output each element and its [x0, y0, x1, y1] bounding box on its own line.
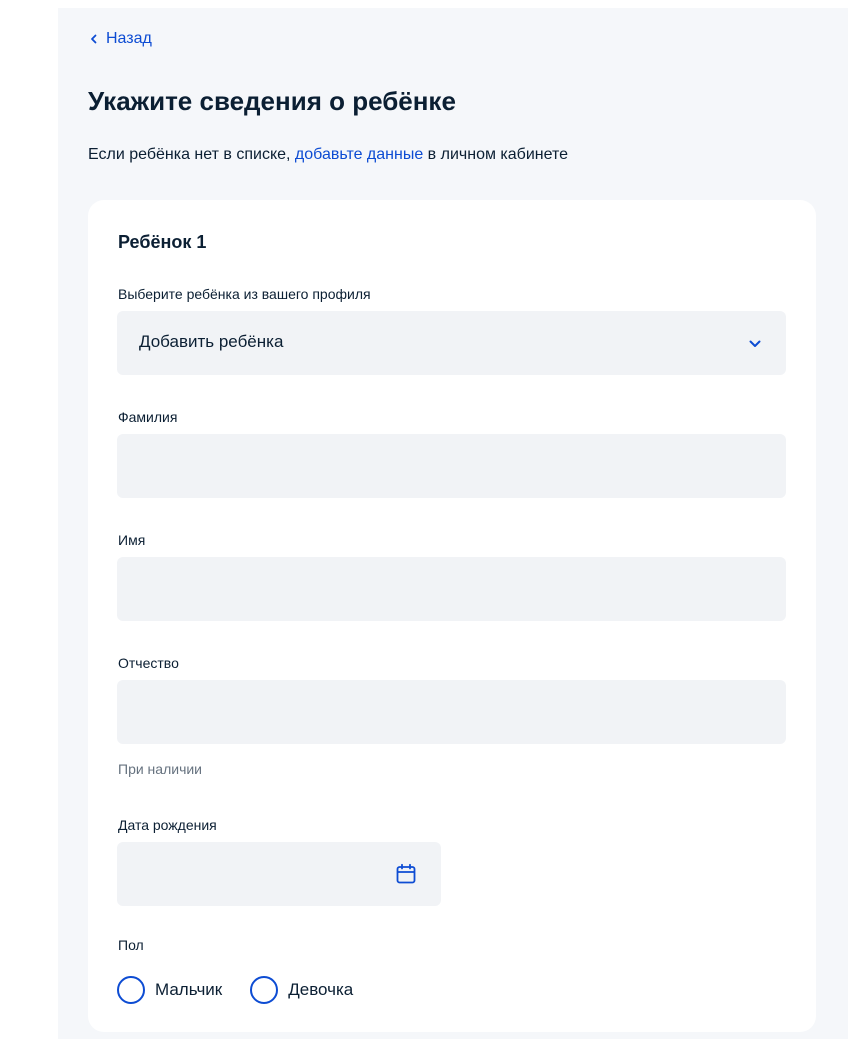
patronymic-label: Отчество — [118, 655, 179, 671]
page-subtitle: Если ребёнка нет в списке, добавьте данн… — [88, 146, 568, 164]
calendar-icon[interactable] — [395, 863, 417, 885]
gender-option-boy[interactable]: Мальчик — [117, 976, 222, 1004]
chevron-down-icon — [749, 340, 761, 347]
birth-date-label: Дата рождения — [118, 817, 217, 833]
gender-label: Пол — [118, 937, 144, 953]
child-select[interactable]: Добавить ребёнка — [117, 311, 786, 375]
child-card-title: Ребёнок 1 — [118, 232, 207, 252]
page-title: Укажите сведения о ребёнке — [88, 86, 456, 116]
child-select-value: Добавить ребёнка — [139, 332, 284, 351]
name-input[interactable] — [117, 557, 786, 621]
birth-date-input[interactable] — [117, 842, 387, 906]
subtitle-text-after: в личном кабинете — [423, 146, 569, 163]
add-data-link[interactable]: добавьте данные — [295, 146, 423, 163]
gender-option-girl-label: Девочка — [288, 980, 354, 999]
gender-option-boy-label: Мальчик — [155, 980, 223, 999]
child-card: Ребёнок 1 Выберите ребёнка из вашего про… — [88, 200, 816, 1032]
chevron-left-icon — [91, 34, 97, 44]
birth-date-field — [117, 842, 441, 906]
surname-input[interactable] — [117, 434, 786, 498]
radio-button-boy[interactable] — [117, 976, 145, 1004]
gender-option-girl[interactable]: Девочка — [250, 976, 353, 1004]
subtitle-text-before: Если ребёнка нет в списке, — [88, 146, 295, 163]
back-link-label: Назад — [106, 30, 152, 47]
gender-radio-group: Мальчик Девочка — [117, 976, 381, 1004]
radio-button-girl[interactable] — [250, 976, 279, 1004]
patronymic-hint: При наличии — [118, 761, 202, 777]
patronymic-input[interactable] — [117, 680, 786, 744]
back-link[interactable]: Назад — [88, 30, 152, 48]
child-select-label: Выберите ребёнка из вашего профиля — [118, 286, 371, 302]
surname-label: Фамилия — [118, 409, 178, 425]
name-label: Имя — [118, 532, 146, 548]
